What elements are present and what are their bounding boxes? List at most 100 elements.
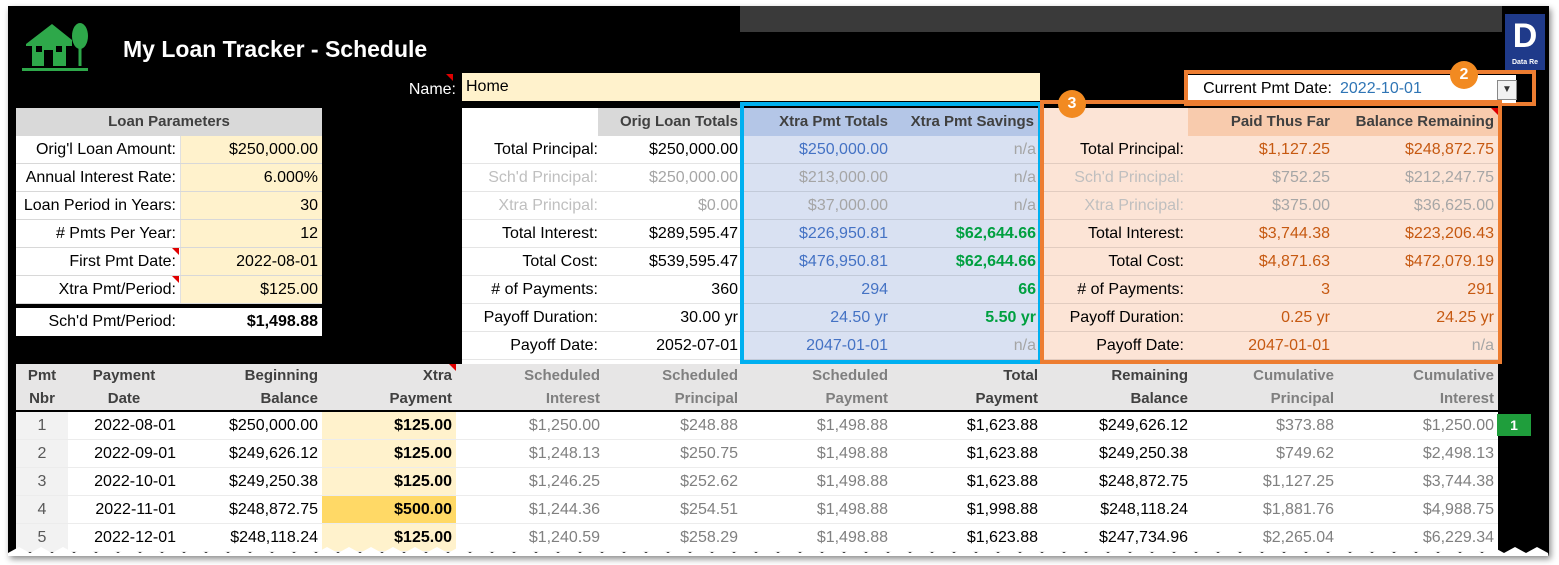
xtra-payment-input[interactable]: $500.00	[322, 496, 456, 524]
table-cell: $1,498.88	[816, 501, 888, 518]
param-input[interactable]: 12	[180, 220, 322, 248]
sched-pmt-label: Sch'd Pmt/Period:	[16, 306, 180, 336]
column-header: Balance	[1130, 390, 1188, 407]
param-input[interactable]: 2022-08-01	[180, 248, 322, 276]
table-cell: $252.62	[680, 473, 738, 490]
table-cell: $1,881.76	[1262, 501, 1334, 518]
name-input[interactable]: Home	[462, 73, 1040, 101]
table-cell: $248,872.75	[229, 501, 318, 518]
summary-label: Xtra Principal:	[498, 197, 598, 214]
summary-label: Total Cost:	[522, 253, 598, 270]
summary-label: Total Principal:	[493, 141, 598, 158]
table-cell: 2022-08-01	[94, 417, 176, 434]
table-cell: $248.88	[680, 417, 738, 434]
column-header: Beginning	[244, 367, 318, 384]
summary-label: Payoff Date:	[510, 337, 598, 354]
table-cell: $249,250.38	[229, 473, 318, 490]
column-header: Interest	[545, 390, 600, 407]
column-header: Scheduled	[524, 367, 600, 384]
column-header: Xtra	[422, 367, 452, 384]
param-input[interactable]: 6.000%	[180, 164, 322, 192]
orig-value: $289,595.47	[649, 225, 738, 242]
dropdown-arrow-icon[interactable]: ▼	[1497, 80, 1517, 100]
param-input[interactable]: $125.00	[180, 276, 322, 304]
table-cell: $1,498.88	[816, 445, 888, 462]
table-cell: $254.51	[680, 501, 738, 518]
column-header: Balance	[260, 390, 318, 407]
column-header: Cumulative	[1253, 367, 1334, 384]
table-cell: $249,626.12	[1099, 417, 1188, 434]
table-cell: $1,127.25	[1262, 473, 1334, 490]
column-header: Payment	[825, 390, 888, 407]
table-cell: 2022-09-01	[94, 445, 176, 462]
table-cell: $1,250.00	[1422, 417, 1494, 434]
summary-label: Payoff Duration:	[483, 309, 598, 326]
param-label: Orig'l Loan Amount:	[16, 136, 180, 164]
table-cell: $1,250.00	[528, 417, 600, 434]
summary-label: Sch'd Principal:	[488, 169, 598, 186]
torn-edge	[8, 547, 1549, 556]
orig-header: Orig Loan Totals	[598, 108, 742, 136]
param-label: Annual Interest Rate:	[16, 164, 180, 192]
param-label: # Pmts Per Year:	[16, 220, 180, 248]
callout-badge-2: 2	[1450, 61, 1478, 89]
xtra-payment-input[interactable]: $125.00	[322, 412, 456, 440]
comment-indicator	[172, 248, 179, 255]
param-input[interactable]: 30	[180, 192, 322, 220]
orig-value: $250,000.00	[649, 169, 738, 186]
column-header: Pmt	[27, 367, 57, 384]
summary-label: # of Payments:	[491, 281, 598, 298]
orig-value: 2052-07-01	[656, 337, 738, 354]
loan-params-header: Loan Parameters	[16, 108, 322, 136]
column-header: Payment	[975, 390, 1038, 407]
table-cell: $3,744.38	[1422, 473, 1494, 490]
table-cell: $1,498.88	[816, 417, 888, 434]
summary-label: Total Interest:	[501, 225, 598, 242]
callout-badge-1: 1	[1497, 414, 1531, 436]
orig-value: $250,000.00	[649, 141, 738, 158]
table-cell: 2022-10-01	[94, 473, 176, 490]
table-cell: $250,000.00	[229, 417, 318, 434]
ribbon-strip	[740, 6, 1502, 32]
column-header: Total	[1003, 367, 1038, 384]
table-cell: 3	[16, 468, 68, 496]
column-header: Remaining	[1111, 367, 1188, 384]
comment-indicator	[446, 74, 453, 81]
orig-value: $539,595.47	[649, 253, 738, 270]
table-cell: $1,623.88	[966, 417, 1038, 434]
current-pmt-label: Current Pmt Date:	[1188, 75, 1336, 103]
table-cell: $2,498.13	[1422, 445, 1494, 462]
column-header: Principal	[1270, 390, 1334, 407]
xtra-payment-input[interactable]: $125.00	[322, 468, 456, 496]
xtra-panel-border	[740, 102, 1042, 364]
param-input[interactable]: $250,000.00	[180, 136, 322, 164]
table-cell: $1,248.13	[528, 445, 600, 462]
table-cell: $1,623.88	[966, 445, 1038, 462]
table-cell: 2022-11-01	[95, 501, 176, 518]
table-cell: $249,626.12	[229, 445, 318, 462]
xtra-payment-input[interactable]: $125.00	[322, 440, 456, 468]
table-cell: $1,498.88	[816, 473, 888, 490]
table-cell: $373.88	[1276, 417, 1334, 434]
tracking-panel-border	[1040, 100, 1502, 364]
table-cell: $250.75	[680, 445, 738, 462]
orig-value: 30.00 yr	[680, 309, 738, 326]
house-logo-icon	[20, 14, 92, 74]
table-cell: $4,988.75	[1422, 501, 1494, 518]
sched-pmt-value: $1,498.88	[180, 306, 322, 336]
column-header: Payment	[92, 367, 156, 384]
column-header: Nbr	[29, 390, 55, 407]
table-cell: $749.62	[1276, 445, 1334, 462]
column-header: Scheduled	[812, 367, 888, 384]
table-cell: 4	[16, 496, 68, 524]
row-divider	[16, 303, 322, 304]
comment-indicator	[449, 364, 456, 371]
page-title: My Loan Tracker - Schedule	[123, 36, 428, 62]
param-label: Loan Period in Years:	[16, 192, 180, 220]
table-cell: $248,872.75	[1099, 473, 1188, 490]
table-cell: 1	[16, 412, 68, 440]
current-pmt-date-select[interactable]: 2022-10-01	[1336, 75, 1516, 103]
table-cell: $1,623.88	[966, 473, 1038, 490]
callout-badge-3: 3	[1058, 90, 1086, 118]
orig-value: 360	[711, 281, 738, 298]
